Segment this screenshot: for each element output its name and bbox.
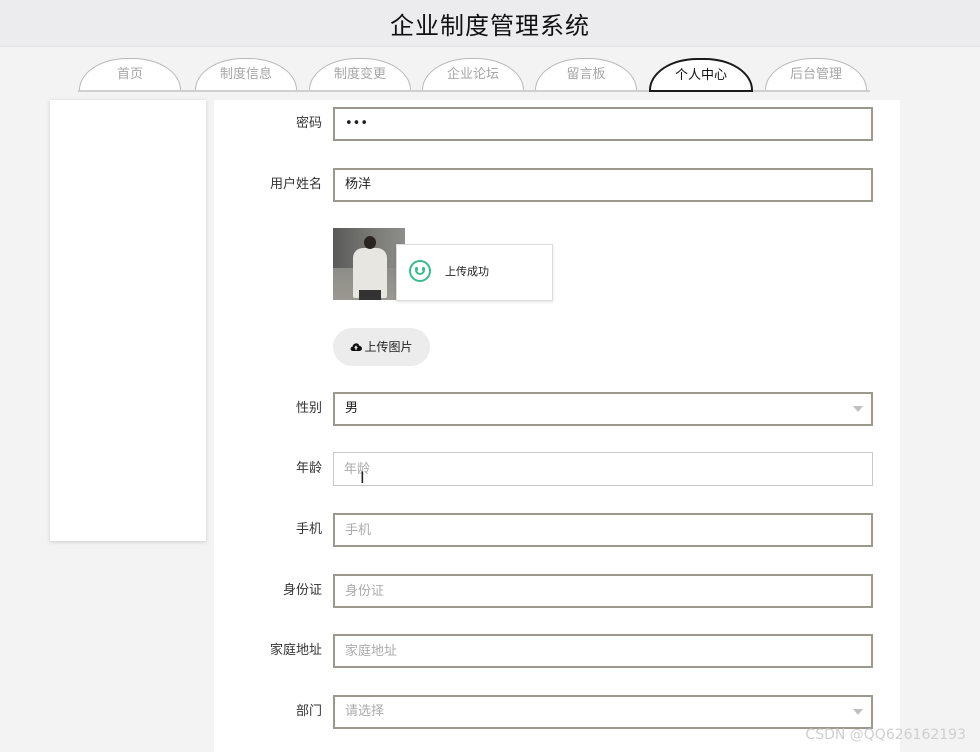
id-card-label: 身份证 (282, 583, 322, 598)
tab-admin[interactable]: 后台管理 (765, 58, 867, 90)
address-field[interactable] (333, 634, 873, 668)
password-field[interactable]: ••• (333, 107, 873, 141)
department-row: 部门 请选择 (214, 695, 900, 729)
profile-form: 密码 ••• 用户姓名 杨洋 上传成功 上传图片 性别 男 年龄 年龄 I 手机… (214, 100, 900, 752)
tab-home[interactable]: 首页 (79, 58, 181, 90)
age-label: 年龄 (295, 461, 322, 476)
id-card-row: 身份证 (214, 574, 900, 608)
caret-down-icon (853, 709, 863, 715)
department-select[interactable]: 请选择 (333, 695, 873, 729)
tab-policy-info[interactable]: 制度信息 (195, 58, 297, 90)
page-title: 企业制度管理系统 (390, 12, 590, 40)
tab-policy-change[interactable]: 制度变更 (309, 58, 411, 90)
department-placeholder: 请选择 (333, 695, 873, 729)
text-cursor-icon: I (360, 468, 365, 487)
smile-icon (409, 260, 431, 282)
address-label: 家庭地址 (269, 643, 322, 658)
gender-value: 男 (333, 392, 873, 426)
tab-forum[interactable]: 企业论坛 (422, 58, 524, 90)
age-row: 年龄 I (214, 452, 900, 487)
avatar-upload: 上传成功 (333, 228, 555, 302)
tab-personal-center[interactable]: 个人中心 (649, 58, 753, 90)
side-panel (50, 100, 206, 541)
caret-down-icon (853, 406, 863, 412)
gender-select[interactable]: 男 (333, 392, 873, 426)
password-label: 密码 (295, 116, 322, 131)
upload-image-button[interactable]: 上传图片 (333, 328, 430, 366)
password-row: 密码 ••• (214, 107, 900, 141)
active-tab-indicator (649, 90, 753, 92)
cloud-upload-icon (350, 329, 363, 367)
id-card-field[interactable] (333, 574, 873, 608)
age-field[interactable] (333, 452, 873, 486)
upload-button-label: 上传图片 (364, 340, 413, 354)
gender-label: 性别 (295, 401, 322, 416)
name-label: 用户姓名 (269, 177, 322, 192)
department-label: 部门 (295, 704, 322, 719)
tab-message-board[interactable]: 留言板 (535, 58, 637, 90)
main-nav: 首页 制度信息 制度变更 企业论坛 留言板 个人中心 后台管理 (0, 56, 980, 96)
toast-message: 上传成功 (445, 265, 489, 278)
phone-row: 手机 (214, 513, 900, 547)
name-field[interactable]: 杨洋 (333, 168, 873, 202)
watermark: CSDN @QQ626162193 (805, 727, 966, 743)
avatar-thumbnail[interactable] (333, 228, 405, 300)
gender-row: 性别 男 (214, 392, 900, 426)
name-row: 用户姓名 杨洋 (214, 168, 900, 202)
phone-label: 手机 (295, 522, 322, 537)
address-row: 家庭地址 (214, 634, 900, 668)
header-bar: 企业制度管理系统 (0, 0, 980, 47)
phone-field[interactable] (333, 513, 873, 547)
upload-success-toast: 上传成功 (396, 244, 553, 301)
